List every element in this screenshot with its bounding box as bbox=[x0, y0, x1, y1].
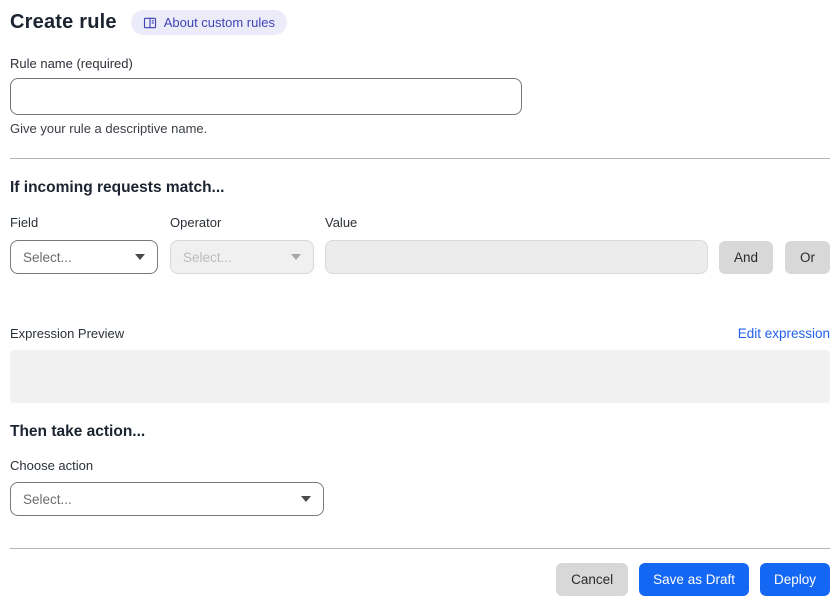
book-icon bbox=[143, 16, 157, 30]
create-rule-form: Create rule About custom rules Rule name… bbox=[0, 0, 839, 596]
value-column: Value bbox=[325, 215, 708, 274]
footer-actions: Cancel Save as Draft Deploy bbox=[10, 563, 830, 596]
cancel-button[interactable]: Cancel bbox=[556, 563, 629, 596]
operator-select-placeholder: Select... bbox=[183, 249, 232, 265]
chevron-down-icon bbox=[291, 254, 301, 260]
match-section-heading: If incoming requests match... bbox=[10, 179, 225, 196]
field-select[interactable]: Select... bbox=[10, 240, 158, 274]
rule-name-input[interactable] bbox=[10, 78, 522, 115]
operator-label: Operator bbox=[170, 215, 222, 230]
action-select-placeholder: Select... bbox=[23, 491, 72, 507]
action-section-heading: Then take action... bbox=[10, 423, 146, 440]
rule-name-label: Rule name (required) bbox=[10, 56, 133, 71]
match-row: Field Select... Operator Select... Value… bbox=[10, 215, 830, 274]
value-label: Value bbox=[325, 215, 358, 230]
header: Create rule About custom rules bbox=[10, 10, 830, 35]
divider bbox=[10, 158, 830, 159]
or-button[interactable]: Or bbox=[785, 241, 830, 274]
and-button[interactable]: And bbox=[718, 241, 773, 274]
badge-label: About custom rules bbox=[163, 15, 275, 30]
field-column: Field Select... bbox=[10, 215, 170, 274]
field-label: Field bbox=[10, 215, 39, 230]
rule-name-block: Rule name (required) Give your rule a de… bbox=[10, 56, 830, 136]
action-select-wrap: Select... bbox=[10, 482, 830, 516]
and-or-buttons: And Or bbox=[718, 241, 830, 274]
deploy-button[interactable]: Deploy bbox=[759, 563, 830, 596]
choose-action-select[interactable]: Select... bbox=[10, 482, 324, 516]
chevron-down-icon bbox=[135, 254, 145, 260]
about-custom-rules-badge[interactable]: About custom rules bbox=[130, 10, 287, 35]
expression-preview-row: Expression Preview Edit expression bbox=[10, 326, 830, 341]
save-as-draft-button[interactable]: Save as Draft bbox=[639, 563, 749, 596]
expression-preview-box bbox=[10, 350, 830, 403]
rule-name-helper: Give your rule a descriptive name. bbox=[10, 121, 208, 136]
choose-action-label: Choose action bbox=[10, 458, 94, 473]
chevron-down-icon bbox=[301, 496, 311, 502]
edit-expression-link[interactable]: Edit expression bbox=[738, 326, 830, 341]
expression-preview-label: Expression Preview bbox=[10, 326, 125, 341]
value-input bbox=[325, 240, 708, 274]
divider bbox=[10, 548, 830, 549]
operator-select: Select... bbox=[170, 240, 314, 274]
page-title: Create rule bbox=[10, 11, 117, 33]
operator-column: Operator Select... bbox=[170, 215, 325, 274]
field-select-placeholder: Select... bbox=[23, 249, 72, 265]
